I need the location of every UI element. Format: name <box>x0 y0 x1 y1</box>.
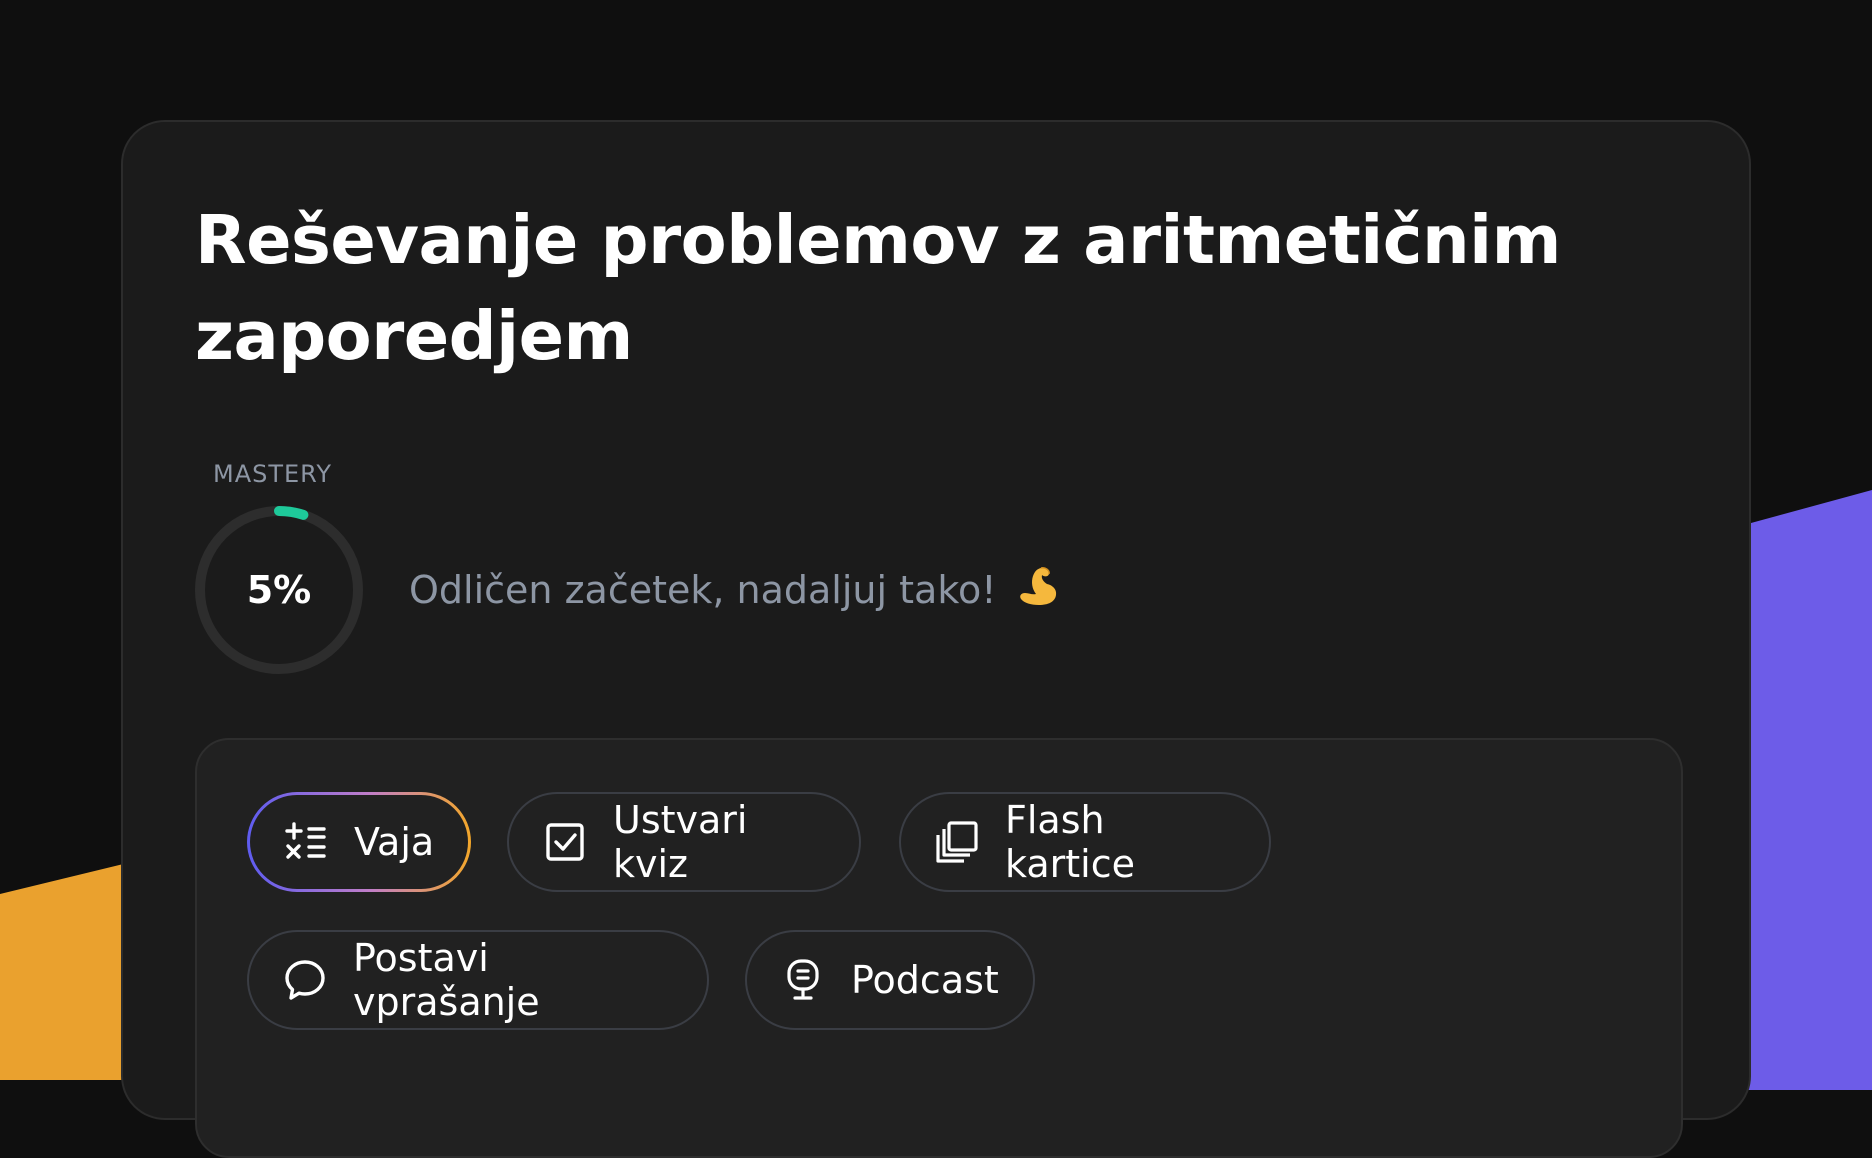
podcast-button-label: Podcast <box>851 958 999 1002</box>
lesson-title: Reševanje problemov z aritmetičnim zapor… <box>195 201 1561 375</box>
create-quiz-button-label: Ustvari kviz <box>613 798 748 886</box>
microphone-icon <box>787 959 819 1000</box>
flashcards-button[interactable]: Flash kartice <box>899 792 1271 892</box>
create-quiz-button[interactable]: Ustvari kviz <box>507 792 861 892</box>
study-actions-panel: Vaja Ustvari kviz Flash kartice Postavi … <box>195 738 1683 1158</box>
mastery-label: MASTERY <box>213 460 332 488</box>
practice-button[interactable]: Vaja <box>247 792 471 892</box>
mastery-message-row: Odličen začetek, nadaljuj tako! <box>409 562 1059 618</box>
decorative-purple-shape <box>1740 490 1872 1090</box>
mastery-progress-ring: 5% <box>193 504 365 676</box>
ask-question-button-label: Postavi vprašanje <box>353 936 540 1024</box>
podcast-button[interactable]: Podcast <box>745 930 1035 1030</box>
stacked-cards-icon <box>936 821 978 863</box>
checkbox-icon <box>546 823 584 861</box>
speech-bubble-icon <box>285 960 325 1000</box>
flashcards-button-label: Flash kartice <box>1005 798 1135 886</box>
decorative-orange-shape <box>0 860 140 1080</box>
mastery-percent: 5% <box>246 568 312 612</box>
ask-question-button[interactable]: Postavi vprašanje <box>247 930 709 1030</box>
math-operations-icon <box>285 822 326 859</box>
mastery-message: Odličen začetek, nadaljuj tako! <box>409 568 997 612</box>
flexed-biceps-icon <box>1019 567 1056 605</box>
lesson-card: Reševanje problemov z aritmetičnim zapor… <box>121 120 1751 1158</box>
practice-button-label: Vaja <box>354 820 435 864</box>
